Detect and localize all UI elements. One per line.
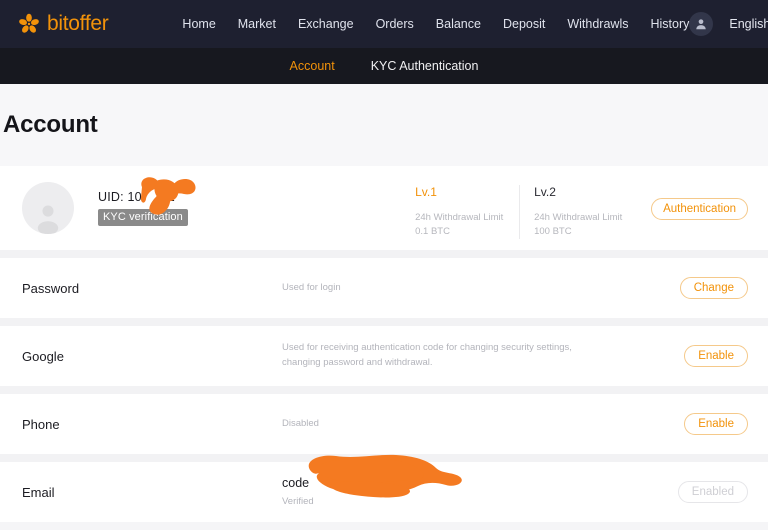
level-card-2: Lv.2 24h Withdrawal Limit 100 BTC [519, 185, 637, 239]
change-password-button[interactable]: Change [679, 277, 748, 299]
brand-logo[interactable]: bitoffer [18, 12, 109, 36]
language-selector[interactable]: English [729, 17, 768, 31]
kyc-verification-badge: KYC verification [98, 209, 188, 226]
subnav-item-kyc-authentication[interactable]: KYC Authentication [371, 59, 479, 73]
nav-link-balance[interactable]: Balance [436, 17, 481, 31]
level-limits-group: Lv.1 24h Withdrawal Limit 0.1 BTC Lv.2 2… [401, 183, 748, 239]
user-avatar-button[interactable] [689, 12, 714, 36]
google-label: Google [22, 348, 64, 364]
sub-navigation-bar: Account KYC Authentication [0, 48, 768, 84]
card-divider [0, 250, 768, 258]
profile-avatar[interactable] [22, 182, 74, 234]
subnav-item-account[interactable]: Account [290, 59, 335, 73]
google-action: Enable [684, 345, 748, 367]
card-divider [0, 318, 768, 326]
nav-link-history[interactable]: History [650, 17, 689, 31]
email-verified-status: Verified [282, 495, 314, 507]
nav-link-exchange[interactable]: Exchange [298, 17, 354, 31]
email-action: Enabled [677, 481, 748, 503]
email-label: Email [22, 484, 55, 500]
google-description: Used for receiving authentication code f… [282, 342, 572, 368]
level-2-limit-label: 24h Withdrawal Limit [534, 212, 623, 223]
nav-link-market[interactable]: Market [238, 17, 276, 31]
level-card-1: Lv.1 24h Withdrawal Limit 0.1 BTC [401, 185, 519, 239]
email-value-block: code Verified [282, 455, 678, 509]
nav-link-home[interactable]: Home [182, 17, 215, 31]
phone-action: Enable [684, 413, 748, 435]
grid-apps-icon[interactable] [128, 17, 132, 32]
uid-block: UID: 10 1 KYC verification [98, 177, 338, 226]
phone-card: Phone Disabled Enable [0, 394, 768, 454]
authentication-button[interactable]: Authentication [651, 198, 748, 220]
enable-google-button[interactable]: Enable [684, 345, 748, 367]
level-1-limit-label: 24h Withdrawal Limit [415, 212, 504, 223]
email-enabled-button[interactable]: Enabled [677, 481, 748, 503]
card-divider [0, 386, 768, 394]
level-1-limit-value: 0.1 BTC [415, 225, 450, 237]
level-2-title: Lv.2 [534, 185, 556, 199]
language-selector-value: English [729, 17, 768, 31]
brand-logo-text: bitoffer [47, 12, 109, 35]
level-2-limit-value: 100 BTC [534, 225, 572, 237]
uid-label: UID: 10 [98, 190, 142, 204]
top-navigation-bar: bitoffer Home Market Exchange Orders Bal… [0, 0, 768, 48]
password-card: Password Used for login Change [0, 258, 768, 318]
profile-card: UID: 10 1 KYC verification Lv.1 24h Withd… [0, 166, 768, 250]
setting-row-phone: Phone Disabled Enable [0, 394, 768, 454]
card-divider [0, 454, 768, 462]
user-placeholder-icon [37, 205, 59, 234]
google-card: Google Used for receiving authentication… [0, 326, 768, 386]
phone-label: Phone [22, 416, 60, 432]
uid-text: UID: 10 1 [98, 190, 338, 204]
level-2-limit: 24h Withdrawal Limit 100 BTC [534, 211, 637, 239]
setting-row-email: Email code Verified Enabled [0, 455, 768, 522]
main-nav-links: Home Market Exchange Orders Balance Depo… [182, 17, 689, 31]
enable-phone-button[interactable]: Enable [684, 413, 748, 435]
nav-link-deposit[interactable]: Deposit [503, 17, 545, 31]
uid-tail: 1 [167, 190, 175, 204]
top-right-controls: English USD [689, 12, 768, 36]
setting-row-google: Google Used for receiving authentication… [0, 326, 768, 386]
password-label: Password [22, 280, 80, 296]
level-1-title: Lv.1 [415, 185, 437, 199]
page-title: Account [3, 111, 98, 138]
level-1-limit: 24h Withdrawal Limit 0.1 BTC [415, 211, 519, 239]
password-action: Change [679, 277, 748, 299]
user-avatar-icon [696, 19, 707, 30]
page-title-section: Account [0, 84, 768, 166]
nav-link-withdrawls[interactable]: Withdrawls [567, 17, 628, 31]
password-description: Used for login [282, 281, 341, 293]
nav-link-orders[interactable]: Orders [376, 17, 414, 31]
email-address-value: code [282, 476, 310, 491]
bitoffer-flower-logo-icon [19, 13, 39, 33]
email-card: Email code Verified Enabled [0, 455, 768, 522]
setting-row-password: Password Used for login Change [0, 258, 768, 318]
phone-description: Disabled [282, 417, 319, 429]
